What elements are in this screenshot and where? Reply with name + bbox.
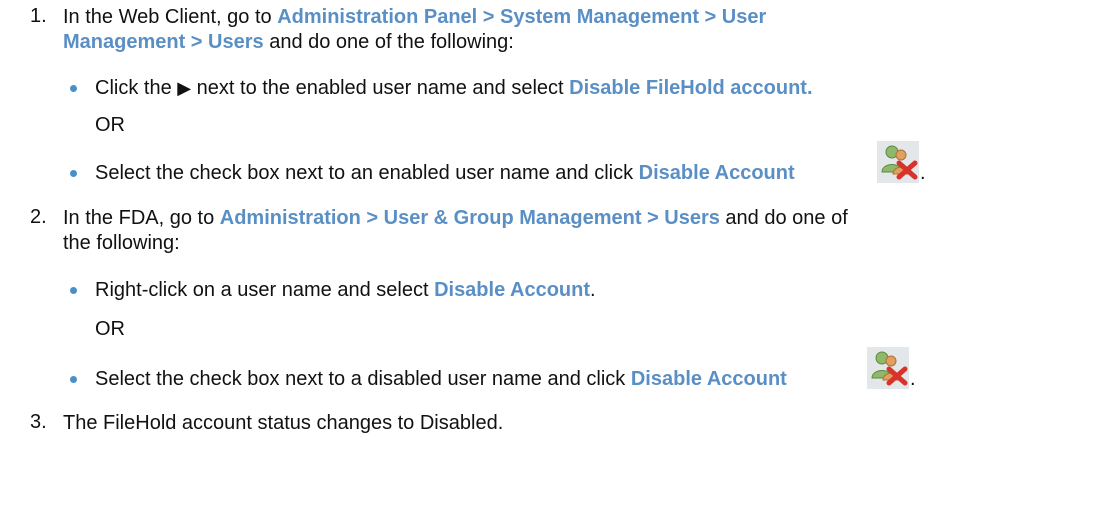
- bullet-dot: [70, 287, 77, 294]
- step-2-number: 2.: [30, 206, 47, 228]
- disable-account-link: Disable Account: [630, 368, 787, 390]
- step-1-option-2: Select the check box next to an enabled …: [95, 161, 795, 185]
- disable-user-icon: [867, 347, 909, 389]
- option-text: Select the check box next to an enabled …: [95, 162, 639, 184]
- step-2-text-cont: and do one of: [719, 207, 848, 229]
- bullet-dot: [70, 85, 77, 92]
- step-2-line-2: the following:: [63, 232, 180, 254]
- period: .: [910, 368, 916, 390]
- step-1-option-1: Click the ▶ next to the enabled user nam…: [95, 76, 813, 101]
- option-text: Select the check box next to a disabled …: [95, 368, 631, 390]
- step-2-option-1: Right-click on a user name and select Di…: [95, 278, 596, 302]
- step-1-number: 1.: [30, 5, 47, 27]
- step-2-path-link: Administration > User & Group Management…: [219, 207, 720, 229]
- step-3-number: 3.: [30, 411, 47, 433]
- step-2-line-1: In the FDA, go to Administration > User …: [63, 206, 848, 230]
- step-1-text-cont: and do one of the following:: [263, 31, 514, 53]
- step-2-option-2: Select the check box next to a disabled …: [95, 367, 787, 391]
- option-text: Click the: [95, 77, 178, 99]
- period: .: [920, 162, 926, 184]
- play-arrow-icon: ▶: [177, 78, 192, 99]
- option-text: next to the enabled user name and select: [191, 77, 570, 99]
- disable-account-link: Disable Account: [434, 279, 591, 301]
- step-1-path-link: Administration Panel > System Management…: [277, 6, 767, 28]
- bullet-dot: [70, 170, 77, 177]
- step-1-path-link-cont: Management > Users: [63, 31, 264, 53]
- period: .: [590, 279, 596, 301]
- disable-filehold-account-link: Disable FileHold account.: [569, 77, 813, 99]
- bullet-dot: [70, 376, 77, 383]
- disable-user-icon: [877, 141, 919, 183]
- option-text: Right-click on a user name and select: [95, 279, 435, 301]
- disable-account-link: Disable Account: [638, 162, 795, 184]
- or-separator: OR: [95, 318, 125, 340]
- step-1-line-1: In the Web Client, go to Administration …: [63, 5, 766, 29]
- step-1-line-2: Management > Users and do one of the fol…: [63, 30, 514, 54]
- step-3-text: The FileHold account status changes to D…: [63, 412, 504, 434]
- document-page: 1. In the Web Client, go to Administrati…: [0, 0, 1110, 525]
- or-separator: OR: [95, 114, 125, 136]
- step-1-text: In the Web Client, go to: [63, 6, 278, 28]
- step-2-text: In the FDA, go to: [63, 207, 220, 229]
